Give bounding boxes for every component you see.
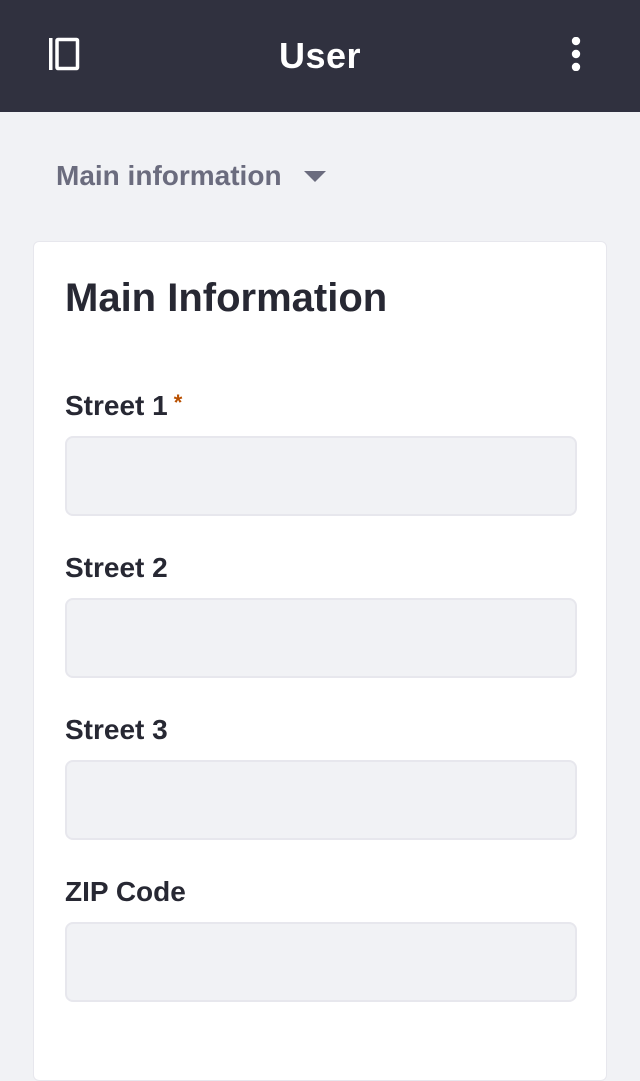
card-title: Main Information bbox=[65, 276, 388, 320]
zip-code-label: ZIP Code bbox=[65, 876, 186, 907]
vertical-ellipsis-icon bbox=[570, 36, 582, 76]
top-navigation-bar: User bbox=[0, 0, 640, 112]
section-dropdown-label: Main information bbox=[56, 160, 282, 191]
required-asterisk-icon: * bbox=[173, 390, 183, 415]
section-dropdown[interactable]: Main information bbox=[56, 152, 326, 200]
more-options-button[interactable] bbox=[552, 32, 600, 80]
street-2-label: Street 2 bbox=[65, 552, 168, 583]
street-1-input[interactable] bbox=[65, 436, 577, 516]
main-information-card: Main Information Street 1 * Street 2 Stre… bbox=[33, 241, 607, 1081]
caret-down-icon bbox=[303, 170, 326, 182]
sidebar-toggle-button[interactable] bbox=[40, 32, 88, 80]
zip-code-input[interactable] bbox=[65, 922, 577, 1002]
street-3-label: Street 3 bbox=[65, 714, 168, 745]
street-3-input[interactable] bbox=[65, 760, 577, 840]
street-1-label-text: Street 1 bbox=[65, 390, 168, 421]
street-1-label: Street 1 * bbox=[65, 390, 182, 422]
street-2-input[interactable] bbox=[65, 598, 577, 678]
page-title: User bbox=[278, 35, 362, 76]
sidebar-panel-icon bbox=[47, 37, 81, 76]
